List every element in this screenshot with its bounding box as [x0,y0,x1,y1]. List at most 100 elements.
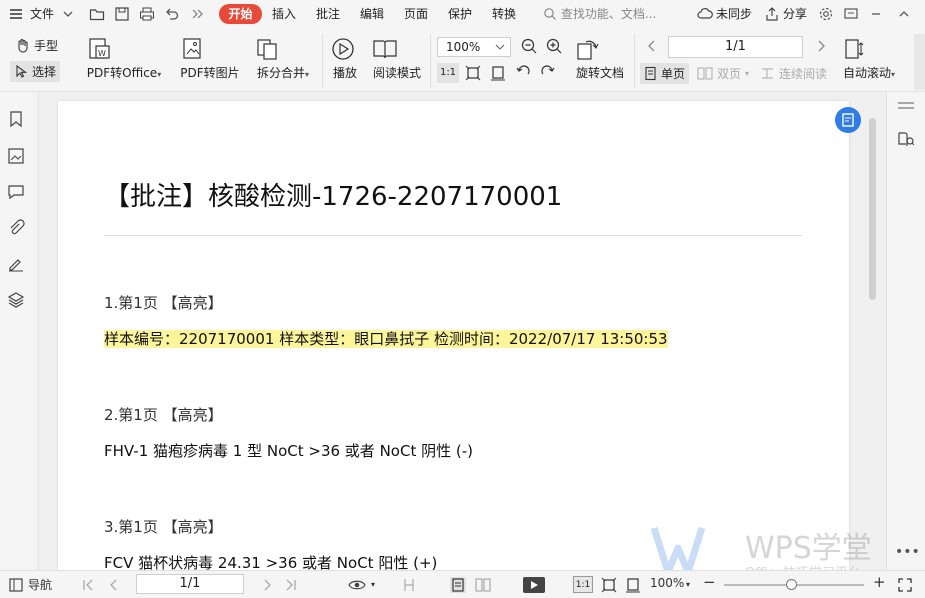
chevron-down-icon[interactable] [60,6,76,22]
chevron-down-icon[interactable]: ▾ [686,580,690,589]
share-button[interactable]: 分享 [783,5,807,22]
vertical-scrollbar[interactable] [867,112,879,570]
hand-icon [15,38,30,53]
single-page-view-icon[interactable] [450,577,466,593]
pdf-to-image-button[interactable]: PDF转图片 [180,37,240,81]
scroll-thumb[interactable] [869,118,876,300]
next-page-icon[interactable] [815,38,827,54]
zoom-out-icon[interactable] [521,38,538,55]
zoom-slider-thumb[interactable] [786,579,797,590]
attachment-icon[interactable] [7,219,25,237]
next-page-icon[interactable] [259,577,275,593]
actual-size-button[interactable]: 1:1 [573,576,593,593]
split-merge-button[interactable]: 拆分合并▾ [254,37,312,81]
last-page-icon[interactable] [283,577,299,593]
hamburger-icon[interactable] [8,6,24,22]
continuous-read-icon [760,66,775,81]
prev-page-icon[interactable] [646,38,658,54]
fit-page-icon[interactable] [465,65,481,81]
auto-scroll-label: 自动滚动 [842,66,891,80]
gear-icon[interactable] [818,6,834,22]
save-icon[interactable] [114,6,130,22]
book-search-icon[interactable] [897,130,915,148]
cloud-sync-icon[interactable] [697,6,713,22]
message-icon[interactable] [843,6,859,22]
annotation-text-1[interactable]: 样本编号：2207170001 样本类型：眼口鼻拭子 检测时间：2022/07/… [104,328,668,349]
nav-label[interactable]: 导航 [28,576,52,593]
open-folder-icon[interactable] [89,6,105,22]
play-icon[interactable] [523,577,545,593]
zoom-out-button[interactable]: − [703,573,716,591]
bookmark-icon[interactable] [7,110,25,128]
fullscreen-icon[interactable] [897,577,913,593]
annotation-text-2[interactable]: FHV-1 猫疱疹病毒 1 型 NoCt >36 或者 NoCt 阴性 (-) [104,440,473,461]
double-page-button[interactable]: 双页 ▾ [697,65,749,82]
pdf-to-office-button[interactable]: W PDF转Office▾ [86,37,162,81]
select-tool-button[interactable]: 选择 [10,61,61,82]
undo-icon[interactable] [164,6,180,22]
nav-panel-icon[interactable] [8,577,24,593]
read-mode-button[interactable]: 阅读模式 [372,37,422,81]
eye-protection-icon[interactable] [348,577,366,593]
search-input[interactable]: 查找功能、文档... [543,5,656,22]
cursor-icon [14,64,28,79]
tab-page[interactable]: 页面 [404,5,428,22]
watermark-brand: WPS学堂 [745,531,872,566]
thumbnail-icon[interactable] [7,147,25,165]
floating-annotate-button[interactable] [835,107,861,133]
comment-icon[interactable] [7,183,25,201]
tab-annotate[interactable]: 批注 [316,5,340,22]
single-page-button[interactable]: 单页 [640,63,690,84]
print-icon[interactable] [139,6,155,22]
annotation-heading-3: 3.第1页 【高亮】 [104,518,223,536]
sync-status[interactable]: 未同步 [716,5,752,22]
more-dots-icon[interactable]: ••• [895,544,920,560]
continuous-read-label: 连续阅读 [779,67,828,81]
more-icon[interactable] [189,6,205,22]
rotate-document-button[interactable]: 旋转文档 [574,37,626,81]
continuous-read-button[interactable]: 连续阅读 [760,65,827,82]
tab-convert[interactable]: 转换 [492,5,516,22]
status-bar: 导航 1/1 ▾ 1:1 100% ▾ − + [0,570,925,598]
double-page-view-icon[interactable] [475,577,491,593]
status-page-input[interactable]: 1/1 [136,574,244,594]
split-merge-label: 拆分合并 [256,66,305,80]
play-button[interactable]: 播放 [330,37,360,81]
first-page-icon[interactable] [80,577,96,593]
page-number-input[interactable]: 1/1 [668,36,803,58]
zoom-in-button[interactable]: + [873,573,886,591]
panel-toggle-icon[interactable] [897,100,915,112]
zoom-level[interactable]: 100% [650,576,684,590]
rotate-right-icon[interactable] [540,65,556,81]
prev-page-icon[interactable] [106,577,122,593]
signature-icon[interactable] [7,255,25,273]
fit-width-icon[interactable] [490,65,506,81]
image-icon [180,37,240,61]
tab-start[interactable]: 开始 [219,4,262,24]
tab-protect[interactable]: 保护 [448,5,472,22]
actual-size-button[interactable]: 1:1 [437,63,459,83]
single-page-icon [644,66,657,81]
ribbon-scroll[interactable] [914,34,925,90]
scroll-mode-icon[interactable] [401,577,417,593]
minimize-icon[interactable] [868,6,884,22]
hand-tool-button[interactable]: 手型 [15,37,58,54]
layers-icon[interactable] [7,291,25,309]
tab-edit[interactable]: 编辑 [360,5,384,22]
auto-scroll-icon [840,37,898,61]
menu-file[interactable]: 文件 [30,5,54,22]
zoom-slider[interactable] [724,579,864,590]
auto-scroll-button[interactable]: 自动滚动▾ [840,37,898,81]
fit-page-icon[interactable] [601,577,617,593]
share-icon[interactable] [764,6,780,22]
collapse-ribbon-icon[interactable] [896,6,912,22]
tab-insert[interactable]: 插入 [272,5,296,22]
fit-width-icon[interactable] [625,577,641,593]
chevron-down-icon[interactable]: ▾ [371,580,375,589]
play-label: 播放 [332,66,357,80]
zoom-select[interactable]: 100% [437,37,511,57]
annotation-heading-2: 2.第1页 【高亮】 [104,406,223,424]
rotate-left-icon[interactable] [515,65,531,81]
pdf-to-office-label: PDF转Office [86,66,158,80]
zoom-in-icon[interactable] [546,38,563,55]
